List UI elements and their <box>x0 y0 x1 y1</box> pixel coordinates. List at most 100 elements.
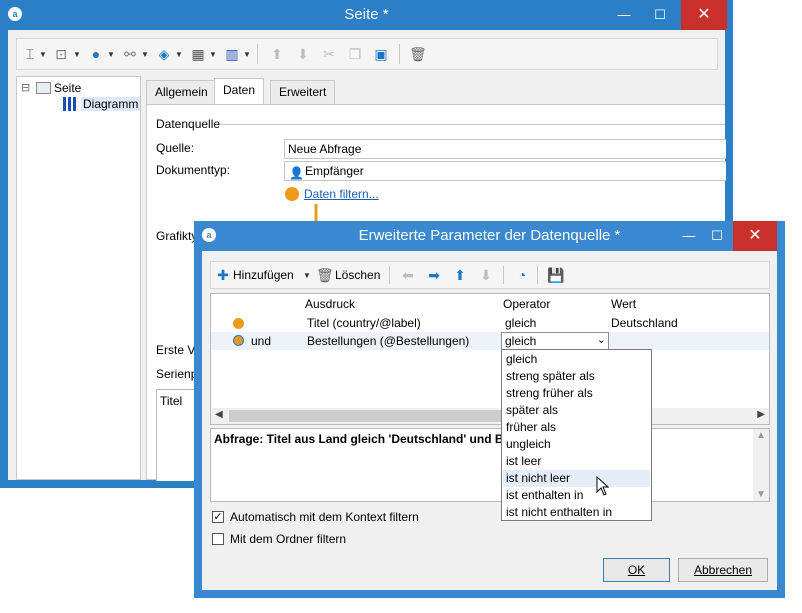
main-titlebar[interactable]: a Seite * — ☐ ✕ <box>0 0 733 30</box>
tab-allgemein[interactable]: Allgemein <box>146 80 217 104</box>
toolbar-separator <box>399 44 400 64</box>
add-icon[interactable]: ✚ <box>215 265 231 285</box>
folder-filter-label[interactable]: Mit dem Ordner filtern <box>230 532 346 546</box>
doctype-field[interactable]: 👤 Empfänger <box>284 161 726 181</box>
chevron-down-icon[interactable]: ▼ <box>175 50 183 59</box>
operator-option[interactable]: gleich <box>503 351 650 368</box>
tree-item-seite[interactable]: Seite <box>54 81 81 95</box>
toolbar-separator <box>257 44 258 64</box>
row-value: Deutschland <box>611 316 678 330</box>
source-field[interactable]: Neue Abfrage <box>284 139 726 159</box>
operator-select-value: gleich <box>505 334 537 348</box>
query-vertical-scrollbar[interactable]: ▲ ▼ <box>753 429 769 501</box>
refresh-icon[interactable]: ◔ <box>513 265 531 285</box>
grid-header-wert[interactable]: Wert <box>611 294 636 314</box>
link-icon[interactable]: ⚯ <box>121 44 139 64</box>
scroll-left-icon[interactable]: ◀ <box>215 409 223 420</box>
operator-dropdown: gleich streng später als streng früher als… <box>501 349 652 521</box>
scroll-down-icon[interactable]: ▼ <box>756 489 766 500</box>
user-icon: 👤 <box>289 166 304 180</box>
grid-header-operator[interactable]: Operator <box>503 294 550 314</box>
text-cursor-icon[interactable]: ⌶ <box>23 44 37 64</box>
globe-icon[interactable]: ● <box>87 44 105 64</box>
operator-option[interactable]: streng früher als <box>503 385 650 402</box>
chevron-down-icon[interactable]: ▼ <box>39 50 47 59</box>
scroll-up-icon[interactable]: ▲ <box>756 430 766 441</box>
chevron-down-icon[interactable]: ▼ <box>243 50 251 59</box>
folder-filter-checkbox[interactable] <box>212 533 224 545</box>
add-button[interactable]: Hinzufügen <box>233 268 294 282</box>
arrow-left-icon[interactable]: ⬅ <box>399 265 417 285</box>
dialog-window: a Erweiterte Parameter der Datenquelle *… <box>194 221 785 598</box>
operator-option[interactable]: ist leer <box>503 453 650 470</box>
cancel-button[interactable]: Abbrechen <box>678 558 768 582</box>
section-label: Datenquelle <box>156 117 221 131</box>
chevron-down-icon[interactable]: ▼ <box>73 50 81 59</box>
operator-option[interactable]: ist enthalten in <box>503 487 650 504</box>
chevron-down-icon[interactable]: ⌄ <box>597 333 606 346</box>
chevron-down-icon[interactable]: ▼ <box>303 271 311 280</box>
condition-status-icon <box>233 318 244 329</box>
columns-icon[interactable]: ▥ <box>223 44 241 64</box>
source-label: Quelle: <box>156 141 195 155</box>
chart-icon <box>63 97 79 111</box>
filter-data-link[interactable]: Daten filtern... <box>304 187 379 201</box>
delete-button[interactable]: Löschen <box>335 268 380 282</box>
row-operator: gleich <box>505 316 537 330</box>
chevron-down-icon[interactable]: ▼ <box>107 50 115 59</box>
component-icon[interactable]: ⊡ <box>53 44 69 64</box>
paste-icon[interactable]: ▣ <box>373 44 389 64</box>
cut-icon[interactable]: ✂ <box>321 44 337 64</box>
query-text: Abfrage: Titel aus Land gleich 'Deutschl… <box>214 432 517 446</box>
row-expression: Titel (country/@label) <box>307 316 421 330</box>
tree-item-diagramm[interactable]: Diagramm <box>81 97 141 111</box>
toolbar-separator <box>389 266 390 284</box>
layers-icon[interactable]: ◈ <box>155 44 173 64</box>
toolbar-separator <box>503 266 504 284</box>
tree-expander[interactable]: ⊟ <box>21 81 30 94</box>
copy-icon[interactable]: ❐ <box>347 44 363 64</box>
series-title-header: Titel <box>160 394 183 408</box>
tab-daten[interactable]: Daten <box>214 78 265 104</box>
tab-erweitert[interactable]: Erweitert <box>270 80 336 104</box>
operator-option[interactable]: streng später als <box>503 368 650 385</box>
grid-header-ausdruck[interactable]: Ausdruck <box>305 294 355 314</box>
maximize-button[interactable]: ☐ <box>643 0 677 30</box>
chevron-down-icon[interactable]: ▼ <box>209 50 217 59</box>
trash-icon[interactable]: 🗑 <box>316 265 334 285</box>
dialog-maximize-button[interactable]: ☐ <box>700 221 734 251</box>
scroll-right-icon[interactable]: ▶ <box>757 409 765 420</box>
arrow-right-icon[interactable]: ➡ <box>425 265 443 285</box>
trash-icon[interactable]: 🗑 <box>409 44 427 64</box>
table-row[interactable]: Titel (country/@label) gleich Deutschlan… <box>211 314 769 332</box>
operator-option[interactable]: ist nicht enthalten in <box>503 504 650 521</box>
minimize-button[interactable]: — <box>607 0 641 30</box>
operator-option[interactable]: früher als <box>503 419 650 436</box>
table-icon[interactable]: ▦ <box>189 44 207 64</box>
chevron-down-icon[interactable]: ▼ <box>141 50 149 59</box>
dialog-titlebar[interactable]: a Erweiterte Parameter der Datenquelle *… <box>194 221 785 251</box>
condition-status-icon <box>233 335 244 346</box>
arrow-up-icon[interactable]: ⬆ <box>269 44 285 64</box>
grid-horizontal-scrollbar[interactable]: ◀ ▶ <box>211 408 769 424</box>
arrow-up-icon[interactable]: ⬆ <box>451 265 469 285</box>
chart-type-label: Grafikty <box>156 229 198 243</box>
table-row[interactable]: und Bestellungen (@Bestellungen) gleich … <box>211 332 769 350</box>
arrow-down-icon[interactable]: ⬇ <box>477 265 495 285</box>
context-filter-label[interactable]: Automatisch mit dem Kontext filtern <box>230 510 419 524</box>
operator-option[interactable]: später als <box>503 402 650 419</box>
section-divider <box>220 124 725 125</box>
ok-button[interactable]: OK <box>603 558 670 582</box>
filter-status-icon <box>285 187 299 201</box>
dialog-client: ✚ Hinzufügen ▼ 🗑 Löschen ⬅ ➡ ⬆ ⬇ ◔ 💾 Aus… <box>202 251 777 590</box>
mouse-cursor-icon <box>596 476 610 496</box>
operator-option[interactable]: ungleich <box>503 436 650 453</box>
save-icon[interactable]: 💾 <box>547 265 565 285</box>
arrow-down-icon[interactable]: ⬇ <box>295 44 311 64</box>
operator-option[interactable]: ist nicht leer <box>503 470 650 487</box>
context-filter-checkbox[interactable]: ✓ <box>212 511 224 523</box>
dialog-close-button[interactable]: ✕ <box>733 221 777 251</box>
operator-select[interactable]: gleich ⌄ <box>501 332 609 350</box>
query-textarea[interactable]: Abfrage: Titel aus Land gleich 'Deutschl… <box>210 428 770 502</box>
close-button[interactable]: ✕ <box>681 0 727 30</box>
